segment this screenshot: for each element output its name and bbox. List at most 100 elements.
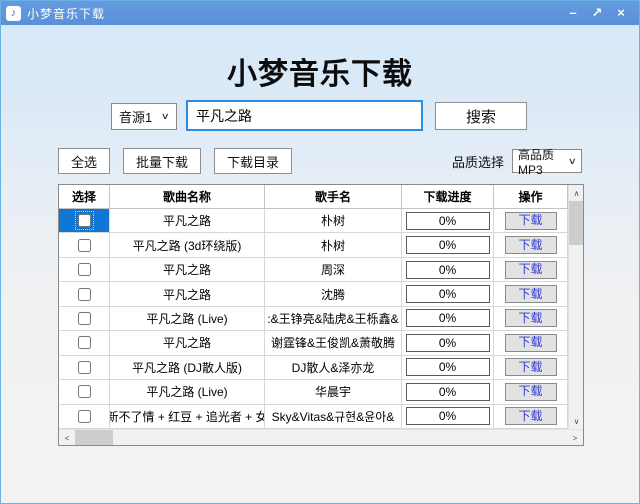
search-button[interactable]: 搜索 bbox=[435, 102, 527, 130]
song-name-cell: 平凡之路 (3d环绕版) bbox=[110, 233, 265, 258]
row-checkbox[interactable] bbox=[77, 336, 91, 350]
table-row: 平凡之路 周深 0% 下载 bbox=[59, 257, 568, 283]
action-cell: 下载 bbox=[494, 209, 568, 234]
col-song: 歌曲名称 bbox=[110, 185, 265, 209]
artist-name-cell: 朴树 bbox=[265, 209, 402, 234]
progress-value: 0% bbox=[405, 285, 490, 304]
artist-name-cell: 谢霆锋&王俊凯&萧敬腾 bbox=[265, 331, 402, 356]
song-name-cell: 平凡之路 bbox=[110, 209, 265, 234]
chevron-down-icon: ∨ bbox=[161, 111, 171, 121]
artist-name-cell: 华晨宇 bbox=[265, 380, 402, 405]
row-checkbox[interactable] bbox=[77, 263, 91, 277]
download-button[interactable]: 下载 bbox=[504, 358, 557, 377]
progress-cell: 0% bbox=[402, 306, 494, 332]
action-cell: 下载 bbox=[494, 306, 568, 332]
toolbar: 全选 批量下载 下载目录 品质选择 高品质MP3 ∨ bbox=[58, 148, 582, 177]
action-cell: 下载 bbox=[494, 282, 568, 307]
row-checkbox[interactable] bbox=[77, 287, 91, 301]
table-row: 平凡之路 (3d环绕版) 朴树 0% 下载 bbox=[59, 233, 568, 258]
download-dir-button[interactable]: 下载目录 bbox=[214, 148, 293, 174]
action-cell: 下载 bbox=[494, 257, 568, 283]
batch-download-button[interactable]: 批量下载 bbox=[123, 148, 202, 174]
progress-cell: 0% bbox=[402, 257, 494, 283]
page-title: 小梦音乐下载 bbox=[227, 58, 413, 91]
select-all-button[interactable]: 全选 bbox=[58, 148, 111, 174]
table-header: 选择 歌曲名称 歌手名 下载进度 操作 bbox=[59, 185, 568, 209]
action-cell: 下载 bbox=[494, 233, 568, 258]
titlebar: ♪ 小梦音乐下载 – ↗ × bbox=[1, 1, 639, 25]
maximize-button[interactable]: ↗ bbox=[587, 3, 607, 23]
progress-cell: 0% bbox=[402, 355, 494, 381]
select-cell[interactable] bbox=[59, 257, 110, 283]
music-note-icon: ♪ bbox=[6, 5, 21, 21]
artist-name-cell: Sky&Vitas&규현&윤아& bbox=[265, 404, 402, 429]
quality-label: 品质选择 bbox=[451, 154, 504, 170]
download-button[interactable]: 下载 bbox=[504, 382, 557, 401]
artist-name-cell: DJ散人&泽亦龙 bbox=[265, 355, 402, 381]
progress-cell: 0% bbox=[402, 209, 494, 234]
select-cell[interactable] bbox=[59, 209, 110, 234]
select-cell[interactable] bbox=[59, 355, 110, 381]
row-checkbox[interactable] bbox=[77, 311, 91, 325]
select-cell[interactable] bbox=[59, 306, 110, 332]
scroll-down-icon[interactable]: ∨ bbox=[569, 413, 583, 429]
select-cell[interactable] bbox=[59, 404, 110, 429]
close-button[interactable]: × bbox=[611, 3, 631, 23]
table-row: 平凡之路 (Live) :&王铮亮&陆虎&王栎鑫& 0% 下载 bbox=[59, 306, 568, 332]
download-button[interactable]: 下载 bbox=[504, 407, 557, 426]
scroll-up-icon[interactable]: ∧ bbox=[569, 185, 583, 201]
download-button[interactable]: 下载 bbox=[504, 285, 557, 304]
action-cell: 下载 bbox=[494, 355, 568, 381]
row-checkbox[interactable] bbox=[77, 409, 91, 423]
row-checkbox[interactable] bbox=[77, 238, 91, 252]
minimize-button[interactable]: – bbox=[563, 3, 583, 23]
source-select-value: 音源1 bbox=[119, 110, 153, 125]
row-checkbox[interactable] bbox=[77, 385, 91, 399]
horizontal-scroll-thumb[interactable] bbox=[75, 430, 113, 445]
quality-select-value: 高品质MP3 bbox=[518, 147, 555, 177]
col-action: 操作 bbox=[494, 185, 568, 209]
select-cell[interactable] bbox=[59, 331, 110, 356]
progress-cell: 0% bbox=[402, 233, 494, 258]
horizontal-scrollbar[interactable]: < > bbox=[59, 429, 583, 445]
scroll-left-icon[interactable]: < bbox=[59, 430, 75, 446]
vertical-scrollbar[interactable]: ∧ ∨ bbox=[568, 185, 583, 429]
vertical-scroll-thumb[interactable] bbox=[569, 201, 583, 245]
song-name-cell: 平凡之路 bbox=[110, 257, 265, 283]
table-row: 平凡之路 沈腾 0% 下载 bbox=[59, 282, 568, 307]
app-window: ♪ 小梦音乐下载 – ↗ × 小梦音乐下载 音源1 ∨ 搜索 全选 批量下载 下… bbox=[0, 0, 640, 504]
window-title: 小梦音乐下载 bbox=[27, 6, 106, 21]
scroll-right-icon[interactable]: > bbox=[567, 430, 583, 446]
col-artist: 歌手名 bbox=[265, 185, 402, 209]
select-cell[interactable] bbox=[59, 233, 110, 258]
source-select[interactable]: 音源1 ∨ bbox=[111, 103, 177, 130]
song-name-cell: 平凡之路 (Live) bbox=[110, 380, 265, 405]
action-cell: 下载 bbox=[494, 331, 568, 356]
download-button[interactable]: 下载 bbox=[504, 309, 557, 328]
quality-select[interactable]: 高品质MP3 ∨ bbox=[512, 148, 582, 177]
progress-value: 0% bbox=[405, 211, 490, 230]
search-input[interactable] bbox=[186, 100, 423, 131]
table-row: 平凡之路 (DJ散人版) DJ散人&泽亦龙 0% 下载 bbox=[59, 355, 568, 381]
row-checkbox[interactable] bbox=[77, 360, 91, 374]
download-button[interactable]: 下载 bbox=[504, 236, 557, 255]
action-cell: 下载 bbox=[494, 380, 568, 405]
table-body: 平凡之路 朴树 0% 下载 平凡之路 (3d环绕版) 朴树 0% 下载 平凡之路… bbox=[59, 209, 568, 429]
artist-name-cell: 朴树 bbox=[265, 233, 402, 258]
progress-cell: 0% bbox=[402, 282, 494, 307]
download-button[interactable]: 下载 bbox=[504, 211, 557, 230]
download-button[interactable]: 下载 bbox=[504, 333, 557, 352]
table-row: 平凡之路 谢霆锋&王俊凯&萧敬腾 0% 下载 bbox=[59, 331, 568, 356]
progress-value: 0% bbox=[405, 382, 490, 401]
download-button[interactable]: 下载 bbox=[504, 260, 557, 279]
progress-value: 0% bbox=[405, 260, 490, 279]
select-cell[interactable] bbox=[59, 380, 110, 405]
col-progress: 下载进度 bbox=[402, 185, 494, 209]
progress-cell: 0% bbox=[402, 404, 494, 429]
progress-value: 0% bbox=[405, 407, 490, 426]
row-checkbox[interactable] bbox=[74, 211, 94, 231]
song-name-cell: 新不了情 + 红豆 + 追光者 + 女 bbox=[110, 404, 265, 429]
select-cell[interactable] bbox=[59, 282, 110, 307]
window-controls: – ↗ × bbox=[563, 3, 639, 23]
progress-value: 0% bbox=[405, 236, 490, 255]
